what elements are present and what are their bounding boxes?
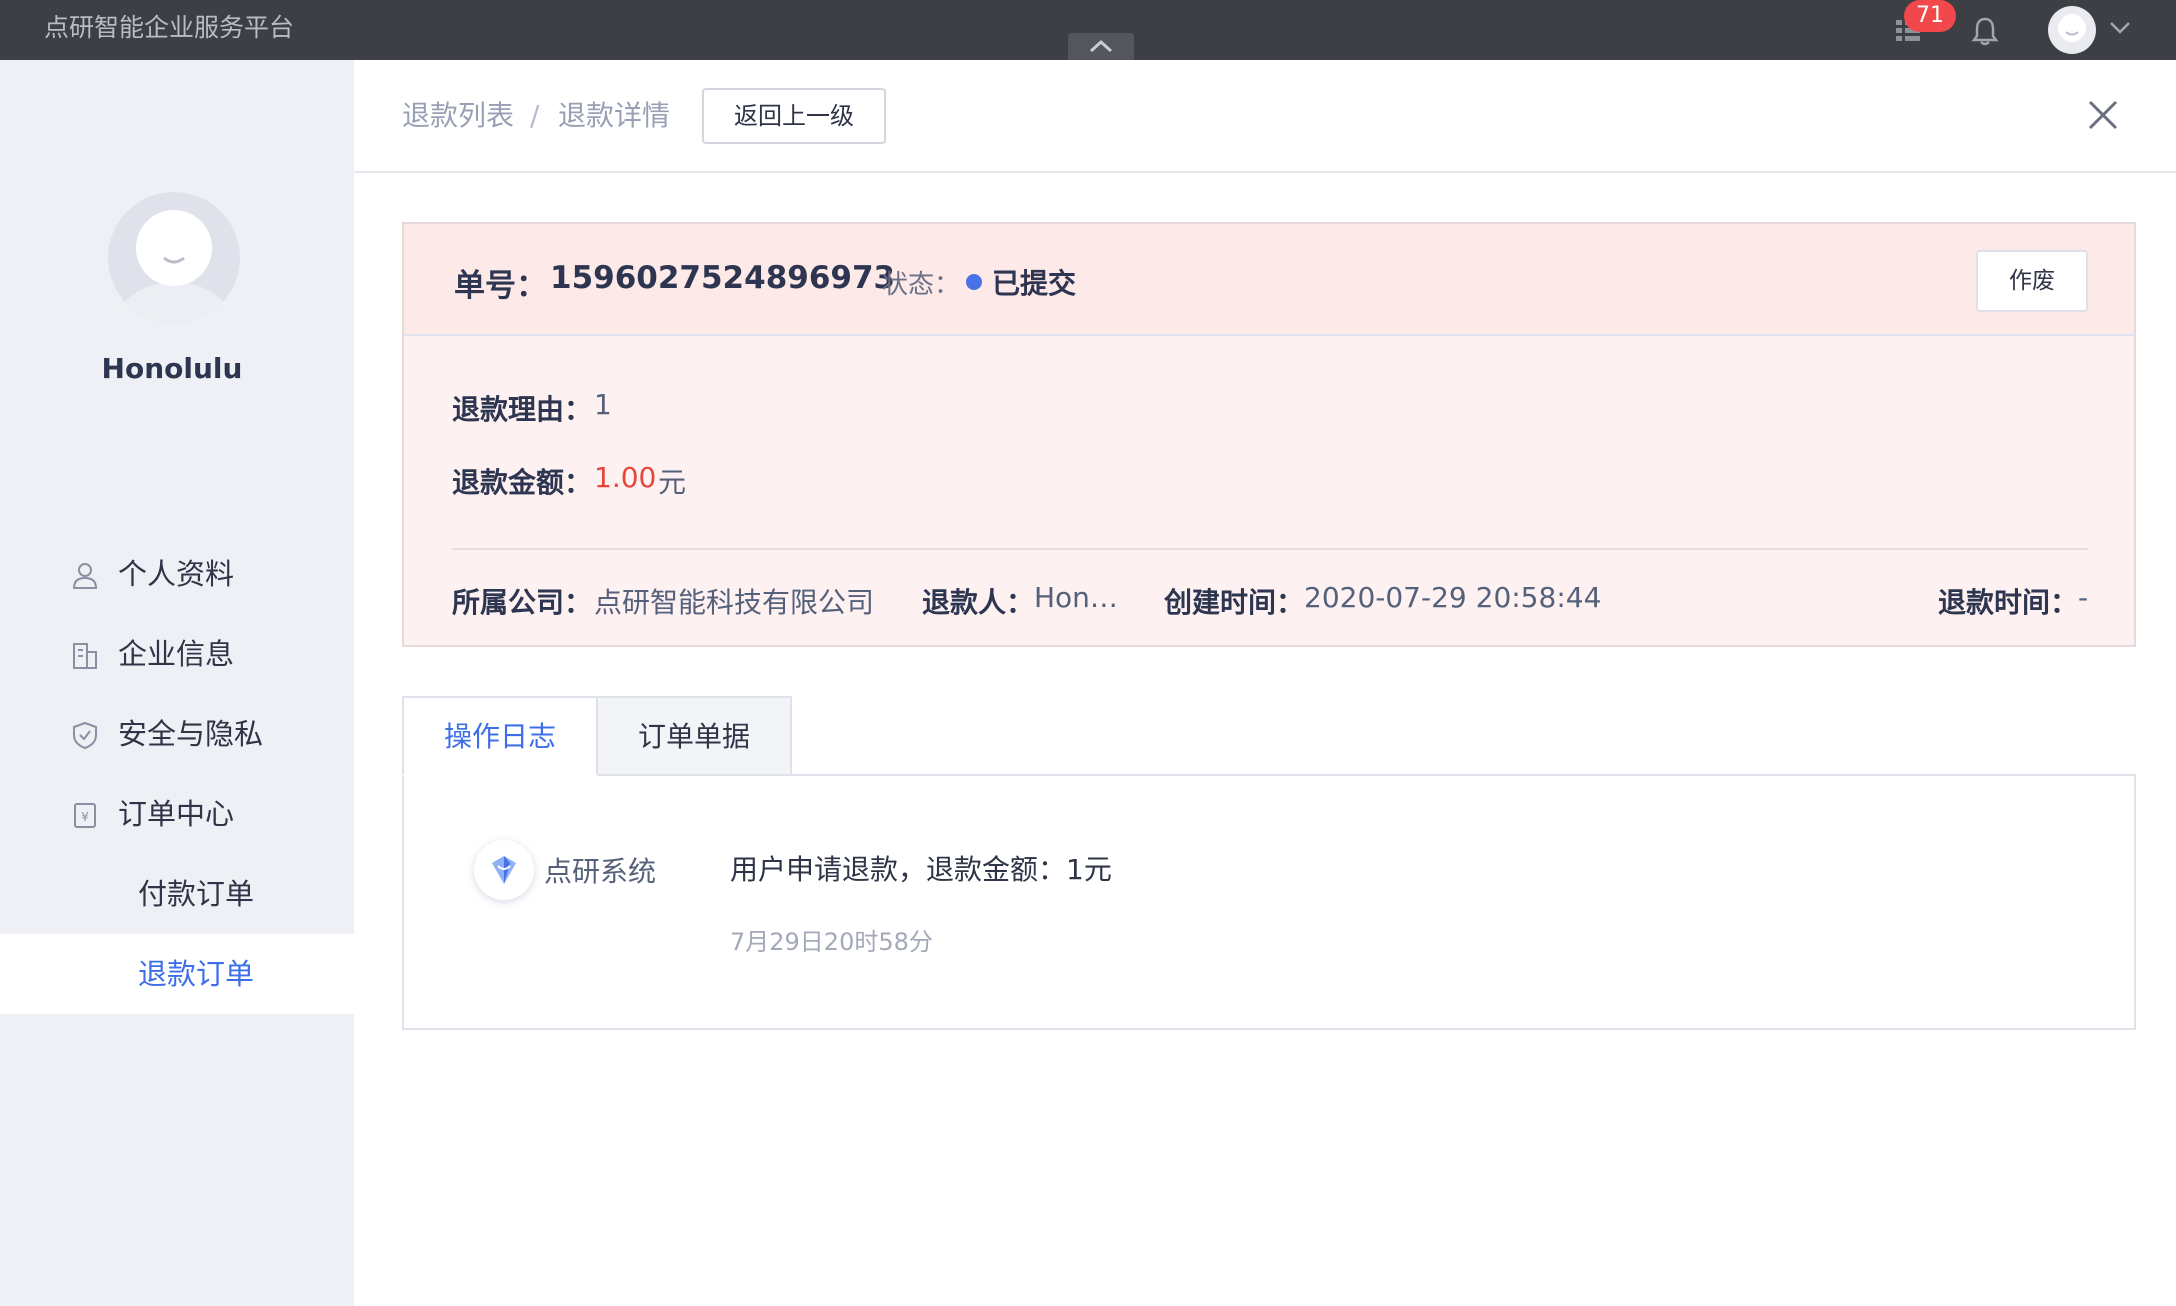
sidebar-item-security[interactable]: 安全与隐私	[0, 694, 354, 774]
created-time-value: 2020-07-29 20:58:44	[1304, 581, 1602, 614]
refund-amount-value: 1.00	[594, 461, 657, 494]
sidebar-item-label: 安全与隐私	[118, 717, 264, 751]
status-value: 已提交	[992, 267, 1077, 300]
tab-operation-log[interactable]: 操作日志	[402, 696, 598, 776]
status-label: 状态：	[882, 270, 961, 300]
breadcrumb: 退款列表 / 退款详情 返回上一级	[354, 60, 2176, 173]
company-value: 点研智能科技有限公司	[594, 586, 875, 619]
sidebar-item-label: 退款订单	[138, 957, 255, 991]
sidebar-item-label: 订单中心	[118, 797, 235, 831]
order-number-label: 单号：	[454, 268, 547, 304]
card-divider	[452, 548, 2088, 550]
company-label: 所属公司：	[452, 586, 593, 619]
back-button[interactable]: 返回上一级	[702, 88, 886, 144]
sidebar-item-payment-orders[interactable]: 付款订单	[0, 854, 354, 934]
status-dot-icon	[966, 274, 982, 290]
void-button[interactable]: 作废	[1976, 250, 2088, 312]
refund-time-label: 退款时间：	[1938, 586, 2079, 619]
log-timestamp: 7月29日20时58分	[730, 928, 933, 956]
log-actor: 点研系统	[544, 855, 657, 888]
tab-order-documents[interactable]: 订单单据	[596, 696, 792, 776]
breadcrumb-refund-detail: 退款详情	[558, 99, 671, 132]
sidebar-item-profile[interactable]: 个人资料	[0, 534, 354, 614]
building-icon	[73, 643, 97, 669]
user-avatar-button[interactable]	[2048, 6, 2096, 54]
system-avatar	[474, 840, 534, 900]
avatar-icon	[112, 210, 236, 324]
sidebar-item-label: 付款订单	[138, 877, 255, 911]
chevron-down-icon[interactable]	[2108, 20, 2132, 36]
profile-avatar	[108, 192, 240, 324]
close-icon[interactable]	[2086, 98, 2120, 132]
log-message: 用户申请退款，退款金额：1元	[730, 853, 1112, 886]
user-icon	[72, 563, 98, 589]
refund-reason-label: 退款理由：	[452, 393, 593, 426]
collapse-header-button[interactable]	[1068, 33, 1134, 60]
created-time-label: 创建时间：	[1164, 586, 1305, 619]
logo-icon	[492, 856, 516, 884]
username: Honolulu	[101, 352, 243, 385]
order-icon: ¥	[74, 803, 96, 828]
chevron-up-icon	[1089, 39, 1113, 53]
sidebar-item-orders[interactable]: ¥ 订单中心	[0, 774, 354, 854]
refund-amount-unit: 元	[658, 466, 687, 499]
card-header: 单号： 1596027524896973 状态： 已提交 作废	[404, 224, 2134, 336]
sidebar-item-refund-orders[interactable]: 退款订单	[0, 934, 354, 1014]
sidebar: Honolulu 个人资料 企业信息 安全与隐私 ¥ 订单中心 付款订单 退款订…	[0, 60, 354, 1306]
refunder-label: 退款人：	[922, 586, 1035, 619]
breadcrumb-refund-list[interactable]: 退款列表	[402, 60, 514, 172]
sidebar-item-label: 企业信息	[118, 637, 235, 671]
bell-icon[interactable]	[1970, 15, 2000, 47]
breadcrumb-separator: /	[530, 99, 540, 132]
sidebar-item-label: 个人资料	[118, 557, 235, 591]
refund-reason-value: 1	[594, 388, 612, 421]
order-number: 1596027524896973	[550, 260, 896, 296]
refunder-value: Hon…	[1034, 581, 1118, 614]
sidebar-item-company[interactable]: 企业信息	[0, 614, 354, 694]
svg-text:¥: ¥	[81, 810, 89, 824]
notification-count-badge: 71	[1904, 0, 1956, 32]
top-bar: 点研智能企业服务平台 71	[0, 0, 2176, 60]
refund-info-card: 单号： 1596027524896973 状态： 已提交 作废 退款理由： 1 …	[402, 222, 2136, 647]
refund-amount-label: 退款金额：	[452, 466, 593, 499]
app-title: 点研智能企业服务平台	[44, 13, 295, 42]
operation-log-panel: 点研系统 用户申请退款，退款金额：1元 7月29日20时58分	[402, 774, 2136, 1030]
shield-icon	[73, 721, 97, 750]
avatar-icon	[2058, 14, 2086, 42]
refund-time-value: -	[2078, 581, 2089, 614]
